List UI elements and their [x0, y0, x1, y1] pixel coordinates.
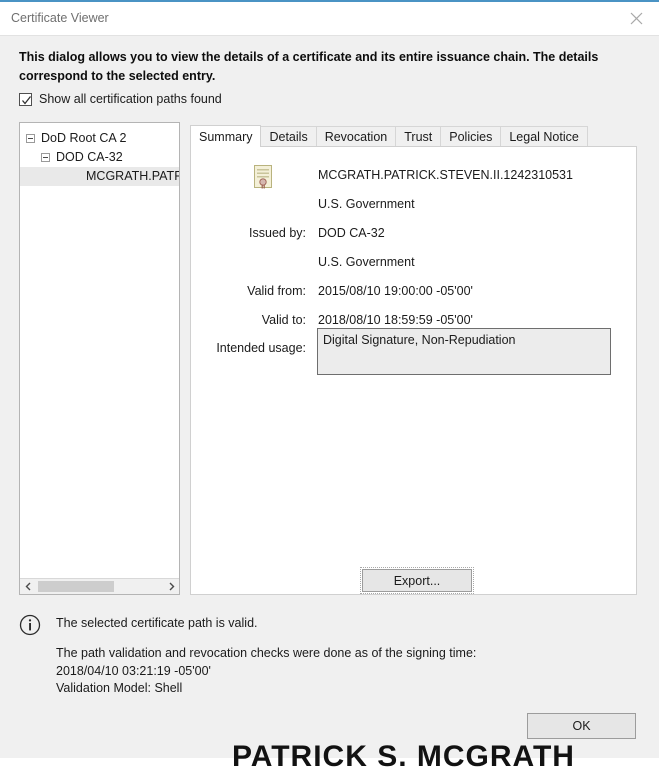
dialog-instruction-text: This dialog allows you to view the detai… — [19, 50, 599, 83]
valid-to-value: 2018/08/10 18:59:59 -05'00' — [318, 313, 473, 327]
issued-by-value: DOD CA-32 — [318, 226, 385, 240]
intended-usage-label: Intended usage: — [216, 341, 306, 355]
background-signature-text: PATRICK S. MCGRATH — [232, 740, 575, 773]
tree-expander-icon[interactable] — [26, 134, 35, 143]
info-icon — [19, 614, 41, 639]
window-title: Certificate Viewer — [11, 11, 109, 25]
tree-item-label: DOD CA-32 — [56, 150, 123, 164]
tab-strip: Summary Details Revocation Trust Policie… — [190, 125, 588, 147]
valid-from-value: 2015/08/10 19:00:00 -05'00' — [318, 284, 473, 298]
tree-item-dod-ca-32[interactable]: DOD CA-32 — [20, 148, 179, 167]
tab-details[interactable]: Details — [260, 126, 317, 147]
scroll-right-arrow-icon[interactable] — [163, 579, 179, 594]
tree-expander-icon[interactable] — [41, 153, 50, 162]
issuer-organization-row: U.S. Government — [191, 253, 638, 271]
show-all-paths-checkbox[interactable]: Show all certification paths found — [19, 92, 222, 106]
certificate-viewer-dialog: Certificate Viewer This dialog allows yo… — [0, 0, 659, 745]
scroll-left-arrow-icon[interactable] — [20, 579, 36, 594]
checkbox-label: Show all certification paths found — [39, 92, 222, 106]
issued-by-row: Issued by: DOD CA-32 — [191, 224, 638, 242]
valid-from-row: Valid from: 2015/08/10 19:00:00 -05'00' — [191, 282, 638, 300]
subject-common-name-row: MCGRATH.PATRICK.STEVEN.II.1242310531 — [191, 166, 638, 184]
valid-to-row: Valid to: 2018/08/10 18:59:59 -05'00' — [191, 311, 638, 329]
tab-revocation[interactable]: Revocation — [315, 126, 397, 147]
status-message: The selected certificate path is valid. — [56, 616, 258, 630]
title-bar: Certificate Viewer — [0, 2, 659, 36]
scrollbar-thumb[interactable] — [38, 581, 114, 592]
tree-horizontal-scrollbar[interactable] — [20, 578, 179, 594]
subject-organization-row: U.S. Government — [191, 195, 638, 213]
valid-to-label: Valid to: — [261, 313, 306, 327]
tab-legal-notice[interactable]: Legal Notice — [500, 126, 588, 147]
valid-from-label: Valid from: — [247, 284, 306, 298]
issued-by-label: Issued by: — [249, 226, 306, 240]
issuer-organization-value: U.S. Government — [318, 255, 415, 269]
summary-tab-panel: MCGRATH.PATRICK.STEVEN.II.1242310531 U.S… — [190, 146, 637, 595]
intended-usage-value: Digital Signature, Non-Repudiation — [323, 333, 516, 347]
tree-item-label: MCGRATH.PATRI — [86, 169, 180, 183]
tab-trust[interactable]: Trust — [395, 126, 442, 147]
tab-policies[interactable]: Policies — [440, 126, 502, 147]
close-icon[interactable] — [614, 2, 659, 34]
tree-item-mcgrath-patrick[interactable]: MCGRATH.PATRI — [20, 167, 179, 186]
ok-button[interactable]: OK — [527, 713, 636, 739]
checkbox-box — [19, 92, 32, 106]
status-details: The path validation and revocation check… — [56, 646, 477, 695]
tree-item-dod-root-ca-2[interactable]: DoD Root CA 2 — [20, 129, 179, 148]
subject-common-name-value: MCGRATH.PATRICK.STEVEN.II.1242310531 — [318, 168, 573, 182]
tree-item-label: DoD Root CA 2 — [41, 131, 127, 145]
intended-usage-field[interactable]: Digital Signature, Non-Repudiation — [317, 328, 611, 375]
subject-organization-value: U.S. Government — [318, 197, 415, 211]
tab-summary[interactable]: Summary — [190, 125, 262, 147]
export-button[interactable]: Export... — [360, 567, 474, 594]
certification-path-tree[interactable]: DoD Root CA 2 DOD CA-32 MCGRATH.PATRI — [19, 122, 180, 595]
